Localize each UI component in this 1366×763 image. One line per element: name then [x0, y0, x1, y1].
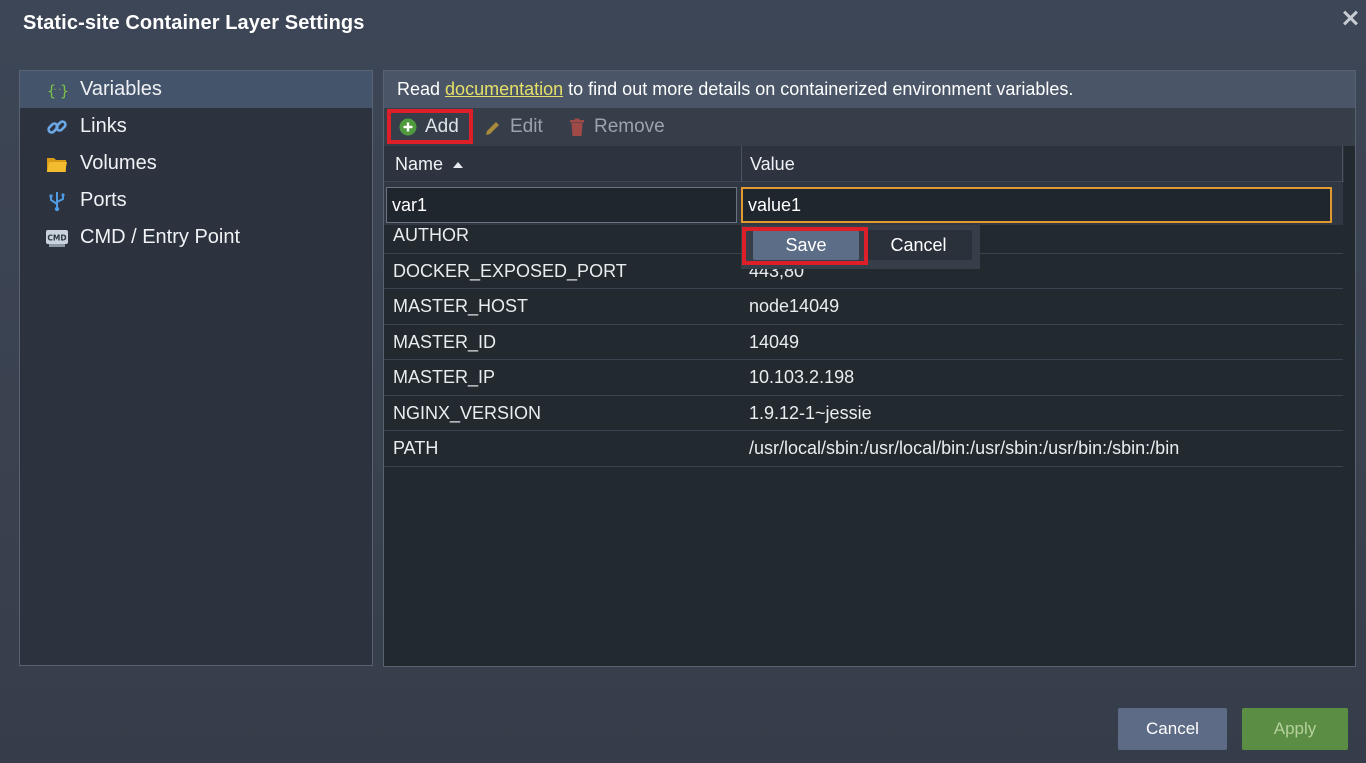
table-row[interactable]: NGINX_VERSION 1.9.12-1~jessie — [384, 395, 1343, 431]
remove-button[interactable]: Remove — [568, 108, 665, 146]
table-row[interactable]: MASTER_IP 10.103.2.198 — [384, 360, 1343, 396]
nav-item-links[interactable]: Links — [20, 108, 372, 145]
trash-icon — [570, 118, 584, 136]
nav-item-cmd[interactable]: CMD CMD / Entry Point — [20, 219, 372, 256]
nav-item-variables[interactable]: { ··· } Variables — [20, 71, 372, 108]
add-label: Add — [425, 116, 459, 137]
variables-icon: { ··· } — [47, 82, 68, 100]
variable-value-input[interactable] — [741, 187, 1332, 223]
nav-label-cmd: CMD / Entry Point — [80, 226, 241, 248]
variable-name-input[interactable] — [386, 187, 737, 223]
info-suffix: to find out more details on containerize… — [563, 79, 1074, 99]
table-row[interactable]: PATH /usr/local/sbin:/usr/local/bin:/usr… — [384, 431, 1343, 467]
column-header-name[interactable]: Name — [395, 146, 464, 182]
row-value: 1.9.12-1~jessie — [749, 402, 872, 423]
row-editor-buttons: Save Cancel — [741, 225, 980, 269]
column-value-label: Value — [750, 154, 795, 174]
settings-nav: { ··· } Variables Links Volumes — [19, 70, 373, 666]
nav-item-volumes[interactable]: Volumes — [20, 145, 372, 182]
nav-label-ports: Ports — [80, 189, 127, 211]
editor-cancel-button[interactable]: Cancel — [865, 230, 972, 260]
row-name: DOCKER_EXPOSED_PORT — [393, 260, 627, 281]
nav-label-links: Links — [80, 115, 127, 137]
row-name: NGINX_VERSION — [393, 402, 542, 423]
grid-header: Name Value — [384, 146, 1344, 182]
column-header-value[interactable]: Value — [750, 146, 795, 182]
add-button[interactable]: Add — [399, 108, 459, 146]
svg-text:CMD: CMD — [47, 234, 66, 243]
nav-item-ports[interactable]: Ports — [20, 182, 372, 219]
close-icon[interactable] — [1338, 6, 1362, 30]
edit-label: Edit — [510, 116, 543, 137]
pencil-icon — [486, 122, 499, 135]
grid-toolbar: Add Edit Remove — [384, 108, 1355, 146]
apply-button[interactable]: Apply — [1242, 708, 1348, 750]
edit-button[interactable]: Edit — [484, 108, 543, 146]
info-prefix: Read — [397, 79, 446, 99]
row-value: 14049 — [749, 331, 800, 352]
table-row[interactable]: MASTER_ID 14049 — [384, 324, 1343, 360]
cancel-button[interactable]: Cancel — [1118, 708, 1227, 750]
row-value: node14049 — [749, 296, 840, 316]
row-editor — [384, 182, 1343, 225]
link-icon — [47, 120, 67, 134]
row-name: MASTER_ID — [393, 331, 497, 352]
row-name: MASTER_IP — [393, 367, 496, 387]
row-name: MASTER_HOST — [393, 296, 529, 316]
add-circle-icon — [399, 118, 417, 136]
save-button[interactable]: Save — [753, 230, 859, 260]
column-name-label: Name — [395, 154, 444, 174]
table-row[interactable]: MASTER_HOST node14049 — [384, 289, 1343, 325]
documentation-link[interactable]: documentation — [445, 79, 563, 99]
usb-port-icon — [49, 192, 65, 212]
row-name: PATH — [393, 438, 439, 458]
row-value: 10.103.2.198 — [749, 367, 855, 387]
info-bar: Read documentation to find out more deta… — [384, 71, 1355, 108]
row-value: /usr/local/sbin:/usr/local/bin:/usr/sbin… — [749, 438, 1180, 458]
cmd-icon: CMD — [46, 230, 68, 247]
dialog-title: Static-site Container Layer Settings — [23, 12, 365, 34]
svg-text:}: } — [60, 82, 68, 100]
nav-label-volumes: Volumes — [80, 152, 157, 174]
sort-ascending-icon — [453, 162, 464, 168]
folder-icon — [47, 158, 67, 172]
variables-panel: Read documentation to find out more deta… — [383, 70, 1356, 667]
nav-label-variables: Variables — [80, 78, 162, 100]
remove-label: Remove — [594, 116, 665, 137]
